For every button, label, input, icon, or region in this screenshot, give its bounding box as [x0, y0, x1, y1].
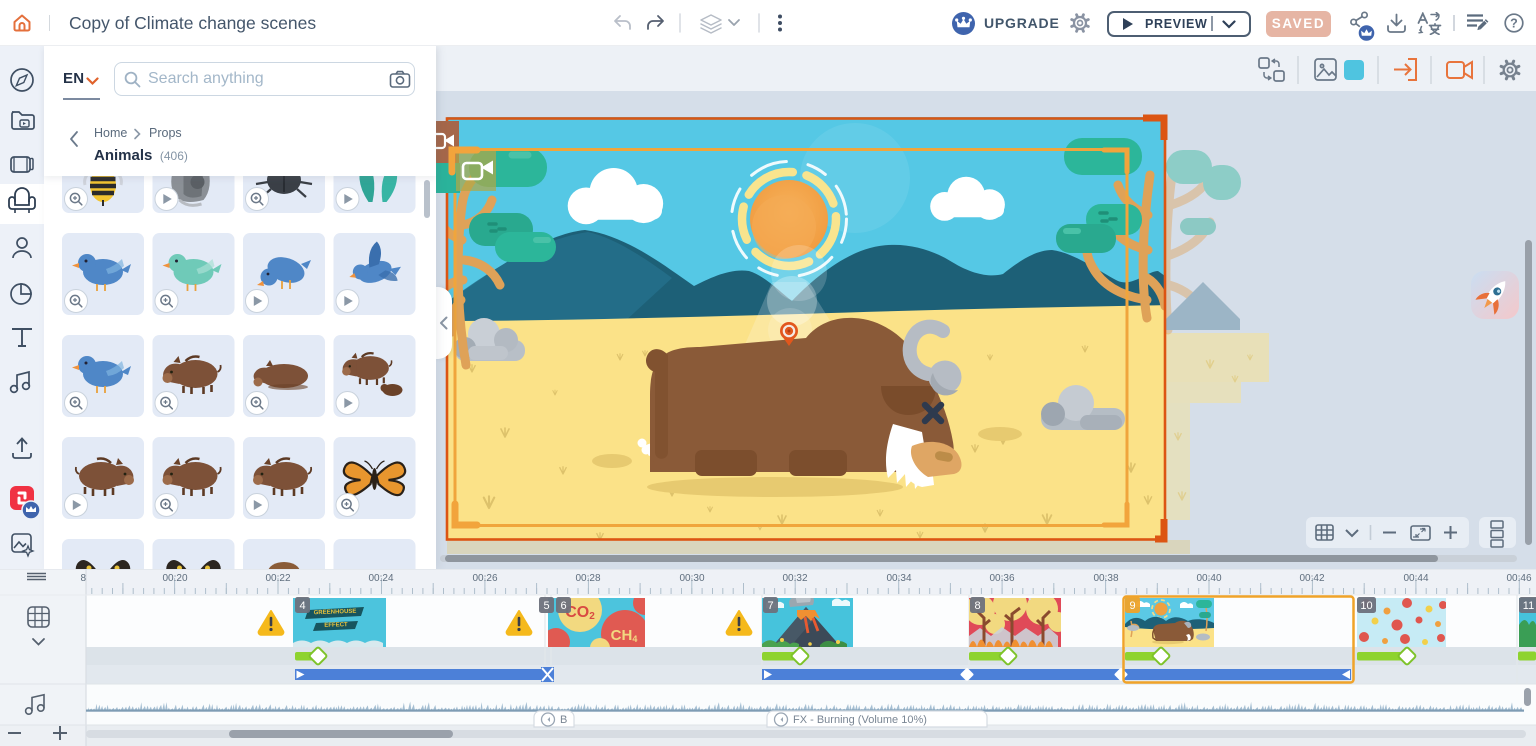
- svg-text:00:32: 00:32: [782, 573, 807, 584]
- svg-text:5: 5: [543, 600, 549, 612]
- svg-text:00:20: 00:20: [162, 573, 187, 584]
- svg-text:00:30: 00:30: [679, 573, 704, 584]
- svg-text:FX - Burning (Volume 10%): FX - Burning (Volume 10%): [793, 714, 927, 726]
- svg-text:4: 4: [299, 600, 305, 612]
- svg-text:00:36: 00:36: [989, 573, 1014, 584]
- svg-text:00:38: 00:38: [1093, 573, 1118, 584]
- svg-text:00:42: 00:42: [1299, 573, 1324, 584]
- svg-text:10: 10: [1360, 600, 1372, 612]
- svg-text:8: 8: [974, 600, 980, 612]
- svg-text:00:46: 00:46: [1506, 573, 1531, 584]
- svg-text:00:26: 00:26: [472, 573, 497, 584]
- svg-text:00:34: 00:34: [886, 573, 911, 584]
- svg-text:8: 8: [80, 573, 86, 584]
- svg-text:00:44: 00:44: [1403, 573, 1428, 584]
- svg-text:EFFECT: EFFECT: [324, 622, 348, 629]
- svg-text:11: 11: [1523, 600, 1534, 612]
- svg-text:00:22: 00:22: [265, 573, 290, 584]
- svg-text:00:28: 00:28: [575, 573, 600, 584]
- svg-text:7: 7: [767, 600, 773, 612]
- svg-text:B: B: [560, 714, 567, 726]
- svg-text:9: 9: [1129, 600, 1135, 612]
- svg-text:00:40: 00:40: [1196, 573, 1221, 584]
- svg-text:?: ?: [1510, 17, 1518, 31]
- svg-text:6: 6: [560, 600, 566, 612]
- svg-text:00:24: 00:24: [368, 573, 393, 584]
